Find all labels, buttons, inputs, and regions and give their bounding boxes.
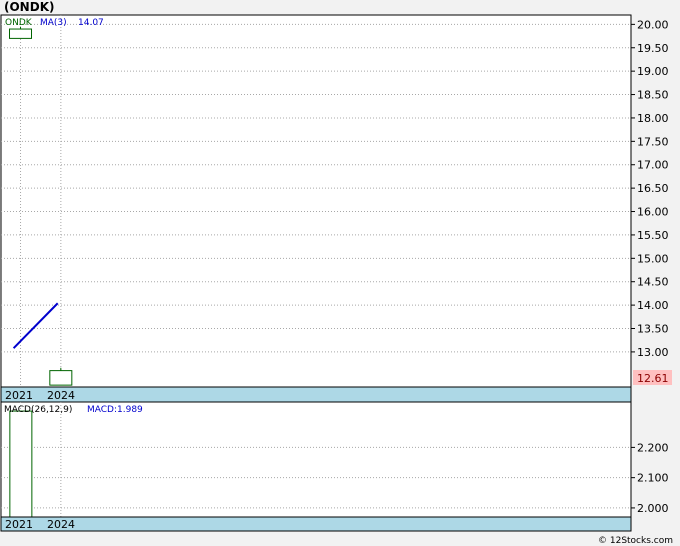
macd-y-tick-label: 2.000	[637, 502, 669, 515]
macd-panel: 2.200 2.100 2.000 MACD(26,12,9) MACD:1.989…	[0, 401, 669, 532]
price-y-tick-label: 15.50	[637, 229, 669, 242]
price-y-tick-label: 14.50	[637, 276, 669, 289]
price-y-tick-label: 19.50	[637, 42, 669, 55]
ma-label: MA(3)	[40, 18, 67, 28]
price-y-tick-label: 13.50	[637, 323, 669, 336]
macd-y-axis: 2.200 2.100 2.000	[637, 441, 669, 515]
price-y-axis: 20.00 19.50 19.00 18.50 18.00 17.50 17.00 16.50…	[637, 18, 669, 359]
macd-x-axis-band	[0, 516, 632, 532]
last-price-label: 12.61	[637, 372, 669, 385]
price-y-tick-label: 16.00	[637, 206, 669, 219]
macd-bars	[9, 410, 33, 518]
price-y-tick-label: 17.00	[637, 159, 669, 172]
price-y-tick-label: 17.50	[637, 135, 669, 148]
price-y-tick-label: 14.00	[637, 299, 669, 312]
price-y-tick-label: 18.50	[637, 89, 669, 102]
macd-y-tick-label: 2.100	[637, 472, 669, 485]
price-y-tick-label: 16.50	[637, 182, 669, 195]
macd-x-label-2024: 2024	[47, 518, 75, 531]
price-panel: 20.00 19.50 19.00 18.50 18.00 17.50 17.00 16.50…	[0, 14, 672, 403]
price-y-tick-label: 19.00	[637, 65, 669, 78]
ma-value-label: 14.07	[78, 18, 104, 28]
macd-bar	[9, 410, 33, 518]
price-y-tick-label: 13.00	[637, 346, 669, 359]
macd-y-tick-label: 2.200	[637, 441, 669, 454]
macd-value-label: MACD:1.989	[87, 405, 143, 415]
price-x-axis-band	[0, 386, 632, 403]
stock-chart: (ONDK) 20.00 19.50 19.00 18.50 18.00 17.50 17.…	[0, 0, 673, 546]
macd-x-label-2021: 2021	[5, 518, 33, 531]
price-x-label-2021: 2021	[5, 389, 33, 402]
ticker-label: ONDK	[5, 18, 33, 28]
watermark: © 12Stocks.com	[598, 536, 673, 546]
chart-title: (ONDK)	[4, 0, 54, 14]
macd-label: MACD(26,12,9)	[4, 405, 72, 415]
candle-body	[49, 370, 73, 386]
candle-body	[9, 28, 33, 39]
macd-plot-area	[0, 401, 632, 518]
price-y-tick-label: 18.00	[637, 112, 669, 125]
price-y-tick-label: 15.00	[637, 252, 669, 265]
price-x-label-2024: 2024	[47, 389, 75, 402]
price-y-tick-label: 20.00	[637, 18, 669, 31]
